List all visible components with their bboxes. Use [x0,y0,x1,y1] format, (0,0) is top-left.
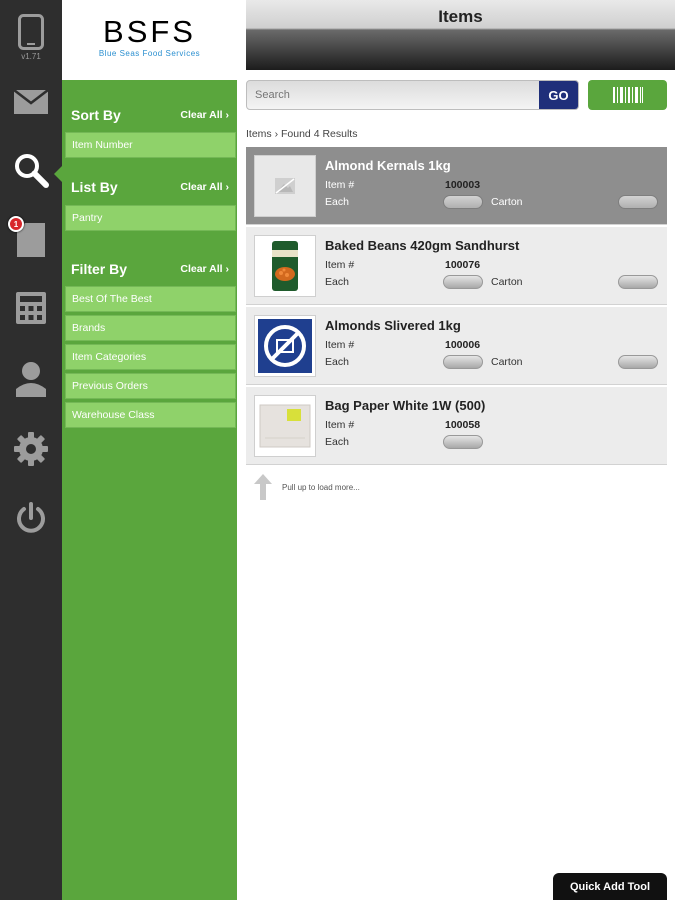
list-item[interactable]: Almond Kernals 1kg Item # 100003 Each Ca… [246,147,667,225]
pull-to-load[interactable]: Pull up to load more... [254,474,360,500]
search-input[interactable] [247,81,539,109]
sort-by-header: Sort By Clear All › [62,100,237,130]
icon-rail: v1.71 1 [0,0,62,900]
calculator-icon [16,292,46,324]
each-qty-input[interactable] [443,275,483,289]
messages-button[interactable] [0,90,62,114]
item-number-label: Item # [325,259,355,271]
search-nav-button[interactable] [0,152,62,188]
filter-option-warehouse-class[interactable]: Warehouse Class [65,402,236,428]
item-number: 100076 [445,259,481,271]
carton-qty-input[interactable] [618,275,658,289]
quick-add-tool-button[interactable]: Quick Add Tool [553,873,667,900]
search-bar: GO [246,80,579,110]
tablet-icon [18,14,44,50]
envelope-icon [14,90,48,114]
user-icon [16,362,46,397]
list-item[interactable]: Almonds Slivered 1kg Item # 100006 Each … [246,307,667,385]
filter-option-item-categories[interactable]: Item Categories [65,344,236,370]
each-qty-input[interactable] [443,435,483,449]
page-title: Items [438,7,483,26]
barcode-scan-button[interactable] [588,80,667,110]
item-number: 100006 [445,339,481,351]
each-label: Each [325,356,349,368]
item-thumbnail [254,155,316,217]
list-item[interactable]: Bag Paper White 1W (500) Item # 100058 E… [246,387,667,465]
item-name: Almond Kernals 1kg [325,158,451,173]
logout-button[interactable] [0,502,62,536]
filter-option-brands[interactable]: Brands [65,315,236,341]
carton-label: Carton [491,276,523,288]
paper-bag-icon [259,404,311,448]
list-by-header: List By Clear All › [62,172,237,202]
item-name: Almonds Slivered 1kg [325,318,461,333]
item-thumbnail [254,315,316,377]
sort-by-title: Sort By [71,107,121,123]
sort-clear-all-button[interactable]: Clear All › [180,109,229,121]
breadcrumb: Items › Found 4 Results [246,128,358,140]
brand-logo: BSFS Blue Seas Food Services [62,0,237,80]
bean-can-icon [272,241,298,291]
barcode-icon [612,87,643,103]
no-image-icon [258,319,312,373]
search-icon [15,154,49,188]
item-name: Baked Beans 420gm Sandhurst [325,238,520,253]
list-clear-all-button[interactable]: Clear All › [180,181,229,193]
item-number: 100058 [445,419,481,431]
filter-by-title: Filter By [71,261,128,277]
go-button[interactable]: GO [539,81,578,109]
gear-icon [14,432,48,466]
item-number: 100003 [445,179,481,191]
each-label: Each [325,276,349,288]
filter-by-header: Filter By Clear All › [62,254,237,284]
logo-subtitle: Blue Seas Food Services [98,49,201,58]
item-thumbnail [254,235,316,297]
item-name: Bag Paper White 1W (500) [325,398,486,413]
filter-panel: BSFS Blue Seas Food Services Sort By Cle… [62,0,237,900]
device-button[interactable]: v1.71 [0,14,62,61]
account-button[interactable] [0,361,62,397]
list-option-pantry[interactable]: Pantry [65,205,236,231]
app-version: v1.71 [21,52,41,61]
notification-badge: 1 [8,216,24,232]
logo-mark: BSFS [103,14,196,49]
each-label: Each [325,436,349,448]
carton-qty-input[interactable] [618,195,658,209]
item-number-label: Item # [325,419,355,431]
filter-clear-all-button[interactable]: Clear All › [180,263,229,275]
calculator-button[interactable] [0,292,62,324]
item-thumbnail [254,395,316,457]
image-placeholder-icon [275,178,295,194]
list-by-title: List By [71,179,118,195]
sort-option-item-number[interactable]: Item Number [65,132,236,158]
arrow-up-icon [254,474,272,500]
list-item[interactable]: Baked Beans 420gm Sandhurst Item # 10007… [246,227,667,305]
filter-option-best-of-the-best[interactable]: Best Of The Best [65,286,236,312]
each-qty-input[interactable] [443,195,483,209]
pull-to-load-text: Pull up to load more... [282,482,360,492]
filter-option-previous-orders[interactable]: Previous Orders [65,373,236,399]
carton-label: Carton [491,196,523,208]
power-icon [17,502,45,533]
settings-button[interactable] [0,432,62,466]
item-number-label: Item # [325,339,355,351]
item-number-label: Item # [325,179,355,191]
carton-qty-input[interactable] [618,355,658,369]
each-label: Each [325,196,349,208]
carton-label: Carton [491,356,523,368]
title-bar: Items [246,0,675,70]
each-qty-input[interactable] [443,355,483,369]
